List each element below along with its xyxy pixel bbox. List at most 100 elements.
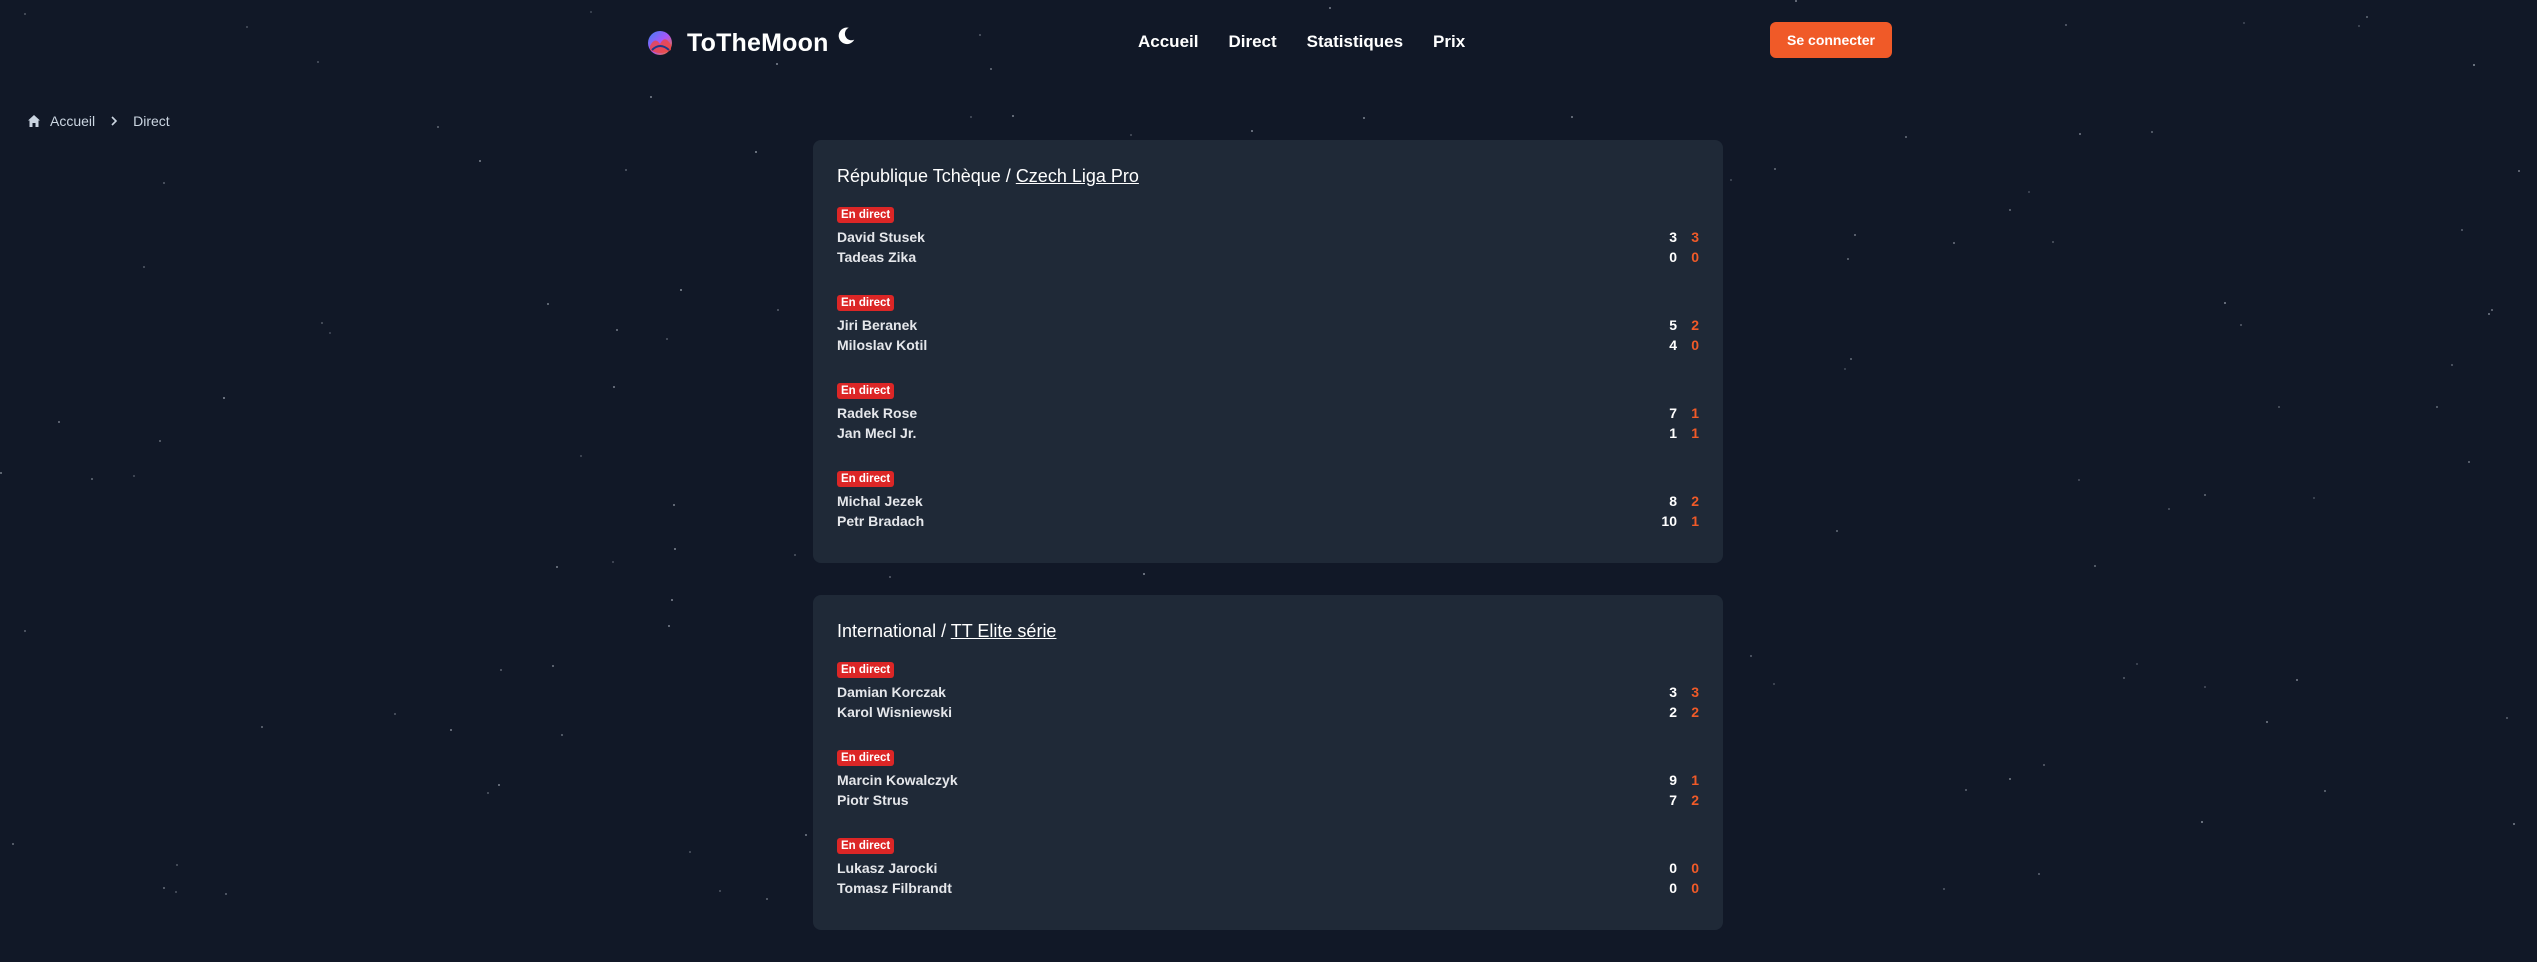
planet-logo-icon bbox=[648, 31, 672, 55]
player-row: Piotr Strus 7 2 bbox=[837, 790, 1699, 810]
player-row: Jiri Beranek 5 2 bbox=[837, 315, 1699, 335]
star-dot bbox=[1844, 368, 1846, 370]
star-dot bbox=[2204, 494, 2206, 496]
star-dot bbox=[1012, 115, 1014, 117]
star-dot bbox=[625, 169, 627, 171]
star-dot bbox=[2038, 873, 2040, 875]
star-dot bbox=[24, 630, 26, 632]
live-badge: En direct bbox=[837, 471, 895, 487]
star-dot bbox=[755, 151, 757, 153]
player-sets: 2 bbox=[1691, 792, 1699, 808]
breadcrumb-current: Direct bbox=[133, 113, 170, 129]
player-points: 7 bbox=[1669, 405, 1677, 421]
nav-direct[interactable]: Direct bbox=[1228, 32, 1276, 52]
star-dot bbox=[766, 898, 768, 900]
star-dot bbox=[321, 322, 323, 324]
star-dot bbox=[2296, 679, 2298, 681]
player-row: Marcin Kowalczyk 9 1 bbox=[837, 770, 1699, 790]
star-dot bbox=[487, 792, 489, 794]
match-item[interactable]: En direct Michal Jezek 8 2 Petr Bradach … bbox=[837, 469, 1699, 531]
star-dot bbox=[2123, 677, 2125, 679]
player-row: Tomasz Filbrandt 0 0 bbox=[837, 878, 1699, 898]
star-dot bbox=[2240, 324, 2242, 326]
star-dot bbox=[12, 843, 14, 845]
login-button[interactable]: Se connecter bbox=[1770, 22, 1892, 58]
player-name: Jan Mecl Jr. bbox=[837, 425, 917, 441]
player-sets: 0 bbox=[1691, 337, 1699, 353]
player-row: Miloslav Kotil 4 0 bbox=[837, 335, 1699, 355]
star-dot bbox=[2009, 209, 2011, 211]
player-sets: 2 bbox=[1691, 704, 1699, 720]
star-dot bbox=[1730, 179, 1732, 181]
star-dot bbox=[2009, 778, 2011, 780]
match-item[interactable]: En direct Marcin Kowalczyk 9 1 Piotr Str… bbox=[837, 748, 1699, 810]
star-dot bbox=[2491, 309, 2493, 311]
star-dot bbox=[1251, 130, 1253, 132]
match-item[interactable]: En direct Lukasz Jarocki 0 0 Tomasz Filb… bbox=[837, 836, 1699, 898]
player-row: Karol Wisniewski 2 2 bbox=[837, 702, 1699, 722]
league-title: République Tchèque / Czech Liga Pro bbox=[837, 166, 1699, 187]
star-dot bbox=[1965, 789, 1967, 791]
live-badge: En direct bbox=[837, 662, 895, 678]
star-dot bbox=[1130, 134, 1132, 136]
chevron-right-icon bbox=[111, 116, 118, 126]
star-dot bbox=[1953, 242, 1955, 244]
star-dot bbox=[2324, 790, 2326, 792]
player-row: Lukasz Jarocki 0 0 bbox=[837, 858, 1699, 878]
player-name: David Stusek bbox=[837, 229, 925, 245]
player-name: Miloslav Kotil bbox=[837, 337, 928, 353]
league-title: International / TT Elite série bbox=[837, 621, 1699, 642]
star-dot bbox=[1571, 116, 1573, 118]
league-link[interactable]: Czech Liga Pro bbox=[1016, 166, 1139, 186]
nav-statistiques[interactable]: Statistiques bbox=[1307, 32, 1403, 52]
star-dot bbox=[1363, 117, 1365, 119]
star-dot bbox=[673, 504, 675, 506]
nav-prix[interactable]: Prix bbox=[1433, 32, 1465, 52]
player-points: 4 bbox=[1669, 337, 1677, 353]
player-row: Damian Korczak 3 3 bbox=[837, 682, 1699, 702]
star-dot bbox=[2052, 241, 2054, 243]
player-points: 2 bbox=[1669, 704, 1677, 720]
star-dot bbox=[2436, 406, 2438, 408]
live-badge: En direct bbox=[837, 207, 895, 223]
star-dot bbox=[680, 289, 682, 291]
star-dot bbox=[329, 332, 331, 334]
star-dot bbox=[805, 834, 807, 836]
live-badge: En direct bbox=[837, 750, 895, 766]
nav-accueil[interactable]: Accueil bbox=[1138, 32, 1198, 52]
star-dot bbox=[547, 303, 549, 305]
star-dot bbox=[674, 548, 676, 550]
player-row: Tadeas Zika 0 0 bbox=[837, 247, 1699, 267]
match-item[interactable]: En direct David Stusek 3 3 Tadeas Zika 0… bbox=[837, 205, 1699, 267]
player-sets: 1 bbox=[1691, 405, 1699, 421]
star-dot bbox=[1850, 358, 1852, 360]
player-name: Damian Korczak bbox=[837, 684, 946, 700]
star-dot bbox=[1847, 258, 1849, 260]
player-sets: 2 bbox=[1691, 493, 1699, 509]
star-dot bbox=[0, 472, 2, 474]
star-dot bbox=[2488, 313, 2490, 315]
match-item[interactable]: En direct Jiri Beranek 5 2 Miloslav Koti… bbox=[837, 293, 1699, 355]
star-dot bbox=[1773, 683, 1775, 685]
player-name: Petr Bradach bbox=[837, 513, 925, 529]
breadcrumb-home[interactable]: Accueil bbox=[50, 113, 95, 129]
star-dot bbox=[450, 729, 452, 731]
player-points: 1 bbox=[1669, 425, 1677, 441]
star-dot bbox=[794, 554, 796, 556]
match-item[interactable]: En direct Damian Korczak 3 3 Karol Wisni… bbox=[837, 660, 1699, 722]
star-dot bbox=[58, 421, 60, 423]
star-dot bbox=[2078, 479, 2080, 481]
player-points: 0 bbox=[1669, 880, 1677, 896]
match-item[interactable]: En direct Radek Rose 7 1 Jan Mecl Jr. 1 … bbox=[837, 381, 1699, 443]
player-name: Marcin Kowalczyk bbox=[837, 772, 958, 788]
brand-name: ToTheMoon bbox=[687, 28, 829, 57]
crescent-moon-icon bbox=[838, 27, 854, 45]
star-dot bbox=[163, 182, 165, 184]
live-badge: En direct bbox=[837, 383, 895, 399]
star-dot bbox=[650, 96, 652, 98]
league-link[interactable]: TT Elite série bbox=[951, 621, 1057, 641]
star-dot bbox=[2028, 191, 2030, 193]
star-dot bbox=[225, 893, 227, 895]
player-row: Petr Bradach 10 1 bbox=[837, 511, 1699, 531]
brand-logo[interactable]: ToTheMoon bbox=[645, 27, 857, 58]
